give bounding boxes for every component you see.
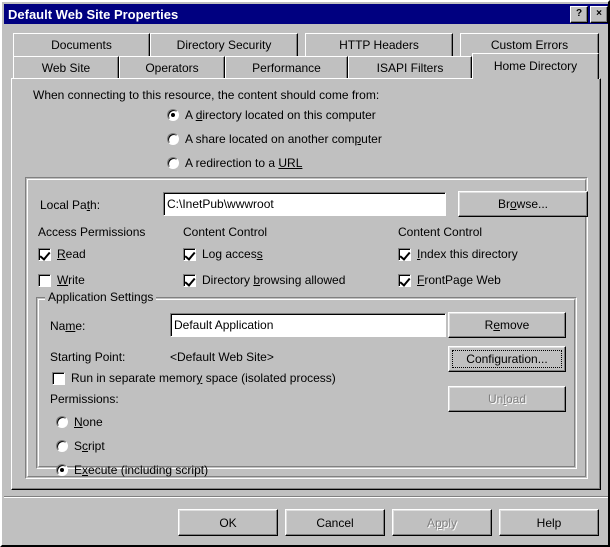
- content-source-prompt: When connecting to this resource, the co…: [33, 88, 380, 102]
- radio-permission-script[interactable]: Script: [56, 439, 105, 453]
- tab-home-directory[interactable]: Home Directory: [472, 53, 599, 79]
- unload-label: Unload: [487, 392, 527, 406]
- home-directory-tab-page: When connecting to this resource, the co…: [11, 78, 601, 490]
- checkbox-indicator: [398, 273, 411, 287]
- radio-indicator: [56, 416, 68, 428]
- checkbox-log-access[interactable]: Log access: [183, 247, 263, 261]
- application-settings-title: Application Settings: [45, 291, 157, 303]
- app-name-label: Name:: [50, 319, 86, 333]
- local-path-input[interactable]: C:\InetPub\wwwroot: [163, 192, 446, 216]
- checkbox-label: FrontPage Web: [417, 273, 501, 287]
- checkbox-label: Index this directory: [417, 247, 518, 261]
- tab-documents[interactable]: Documents: [13, 33, 150, 56]
- checkbox-indicator: [183, 273, 196, 287]
- checkbox-directory-browsing[interactable]: Directory browsing allowed: [183, 273, 345, 287]
- radio-label: A share located on another computer: [185, 132, 382, 146]
- radio-indicator: [167, 109, 179, 121]
- radio-label: A redirection to a URL: [185, 156, 303, 170]
- access-permissions-heading: Access Permissions: [38, 225, 146, 239]
- checkbox-indicator: [398, 247, 411, 261]
- content-control-heading-2: Content Control: [398, 225, 483, 239]
- radio-directory-this-computer[interactable]: A directory located on this computer: [167, 108, 376, 122]
- help-button[interactable]: Help: [499, 509, 599, 536]
- radio-label: None: [74, 415, 103, 429]
- checkbox-label: Write: [57, 273, 85, 287]
- apply-label: Apply: [426, 515, 458, 530]
- radio-indicator: [167, 133, 179, 145]
- browse-label: Browse...: [497, 197, 549, 211]
- configuration-button[interactable]: Configuration...: [448, 346, 566, 372]
- tab-performance[interactable]: Performance: [225, 56, 348, 79]
- tab-web-site[interactable]: Web Site: [13, 56, 119, 79]
- starting-point-value: <Default Web Site>: [170, 350, 274, 364]
- help-icon[interactable]: ?: [570, 6, 588, 23]
- checkbox-indicator: [38, 273, 51, 287]
- title-bar-buttons: ? ×: [570, 6, 608, 23]
- checkbox-indicator: [52, 371, 65, 385]
- cancel-button[interactable]: Cancel: [285, 509, 385, 536]
- checkbox-index-directory[interactable]: Index this directory: [398, 247, 518, 261]
- checkbox-indicator: [183, 247, 196, 261]
- checkbox-write[interactable]: Write: [38, 273, 85, 287]
- remove-button[interactable]: Remove: [448, 312, 566, 338]
- tab-operators[interactable]: Operators: [119, 56, 225, 79]
- radio-label: Script: [74, 439, 105, 453]
- checkbox-label: Directory browsing allowed: [202, 273, 346, 287]
- configuration-label: Configuration...: [466, 352, 548, 366]
- radio-share-another-computer[interactable]: A share located on another computer: [167, 132, 382, 146]
- app-name-input[interactable]: Default Application: [170, 313, 446, 337]
- close-icon[interactable]: ×: [590, 6, 608, 23]
- checkbox-frontpage-web[interactable]: FrontPage Web: [398, 273, 501, 287]
- browse-button[interactable]: Browse...: [458, 191, 588, 217]
- starting-point-label: Starting Point:: [50, 350, 126, 364]
- properties-dialog: Default Web Site Properties ? × Document…: [0, 0, 610, 547]
- radio-redirection-url[interactable]: A redirection to a URL: [167, 156, 302, 170]
- checkbox-isolated-process[interactable]: Run in separate memory space (isolated p…: [52, 371, 336, 385]
- title-bar[interactable]: Default Web Site Properties ? ×: [4, 4, 608, 24]
- checkbox-label: Read: [57, 247, 86, 261]
- tab-isapi-filters[interactable]: ISAPI Filters: [348, 56, 472, 79]
- unload-button: Unload: [448, 386, 566, 412]
- content-control-heading-1: Content Control: [183, 225, 268, 239]
- radio-indicator: [56, 440, 68, 452]
- local-path-label: Local Path:: [40, 198, 101, 212]
- radio-permission-none[interactable]: None: [56, 415, 103, 429]
- radio-permission-execute[interactable]: Execute (including script): [56, 463, 208, 477]
- radio-indicator: [167, 157, 179, 169]
- window-title: Default Web Site Properties: [8, 6, 179, 22]
- checkbox-indicator: [38, 247, 51, 261]
- footer-separator: [4, 496, 608, 498]
- radio-label: A directory located on this computer: [185, 108, 376, 122]
- checkbox-read[interactable]: Read: [38, 247, 86, 261]
- radio-label: Execute (including script): [74, 463, 209, 477]
- tab-directory-security[interactable]: Directory Security: [150, 33, 298, 56]
- remove-label: Remove: [484, 318, 530, 332]
- ok-button[interactable]: OK: [178, 509, 278, 536]
- checkbox-label: Run in separate memory space (isolated p…: [71, 371, 336, 385]
- checkbox-label: Log access: [202, 247, 263, 261]
- apply-button: Apply: [392, 509, 492, 536]
- permissions-label: Permissions:: [50, 392, 119, 406]
- tab-http-headers[interactable]: HTTP Headers: [305, 33, 453, 56]
- radio-indicator: [56, 464, 68, 476]
